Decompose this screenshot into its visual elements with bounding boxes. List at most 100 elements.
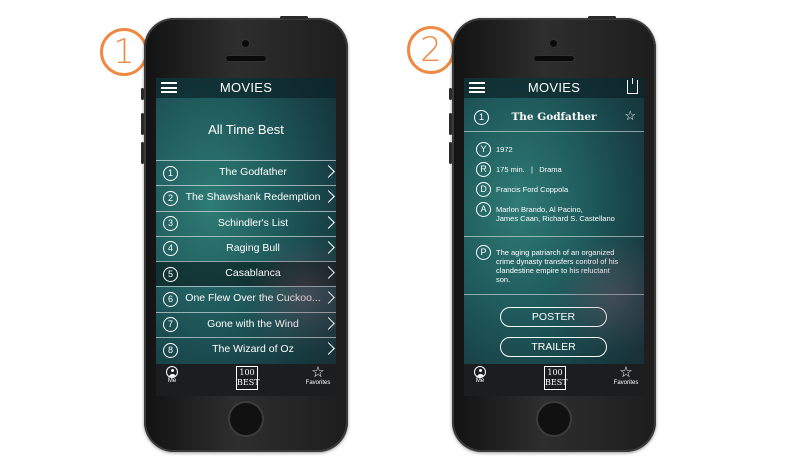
trailer-button[interactable]: TRAILER — [500, 337, 607, 357]
rank-badge: 6 — [163, 291, 178, 307]
chevron-right-icon — [322, 165, 335, 178]
power-button — [280, 16, 308, 19]
movie-title: One Flew Over the Cuckoo... — [185, 292, 321, 305]
list-item[interactable]: 3 Schindler's List — [156, 210, 336, 236]
app-logo[interactable]: 100 BEST — [544, 366, 568, 390]
rank-badge: 7 — [163, 317, 178, 333]
tab-me[interactable]: Me — [470, 366, 490, 384]
year-value: 1972 — [496, 145, 513, 154]
list-item[interactable]: 2 The Shawshank Redemption — [156, 185, 336, 210]
runtime-value: 175 min. | Drama — [496, 165, 562, 174]
list-item[interactable]: 4 Raging Bull — [156, 235, 336, 261]
tab-me-label: Me — [167, 378, 177, 384]
movie-title: Raging Bull — [226, 241, 280, 254]
step-badge-2: 2 — [407, 26, 455, 74]
divider — [464, 294, 644, 295]
actors-line-2: James Caan, Richard S. Castellano — [496, 214, 615, 223]
list-item[interactable]: 1 The Godfather — [156, 160, 336, 185]
chevron-right-icon — [322, 316, 335, 330]
share-icon[interactable] — [627, 78, 638, 94]
director-key: D — [476, 182, 491, 197]
chevron-right-icon — [322, 342, 335, 355]
plot-key: P — [476, 245, 491, 260]
logo-line-2: BEST — [237, 378, 260, 387]
screen-movie-list: MOVIES All Time Best 1 The Godfather 2 T… — [156, 78, 336, 396]
detail-header: 1 The Godfather ☆ — [464, 104, 644, 132]
actors-key: A — [476, 202, 491, 217]
tab-bar: Me 100 BEST ☆ Favorites — [464, 364, 644, 396]
rank-badge: 2 — [163, 190, 178, 206]
star-icon: ☆ — [619, 364, 633, 381]
actors-value: Marlon Brando, Al Pacino, James Caan, Ri… — [496, 205, 615, 223]
plot-line: clandestine empire to his reluctant — [496, 266, 610, 275]
favorite-star-icon[interactable]: ☆ — [624, 108, 636, 124]
earpiece-speaker — [534, 56, 574, 61]
front-camera — [242, 40, 249, 47]
tab-favorites-label: Favorites — [305, 380, 331, 386]
tab-me[interactable]: Me — [162, 366, 182, 384]
page-title: MOVIES — [219, 80, 273, 95]
list-heading: All Time Best — [208, 122, 284, 137]
person-icon — [166, 366, 178, 378]
list-item-selected[interactable]: 5 Casablanca — [156, 261, 336, 287]
list-item[interactable]: 6 One Flew Over the Cuckoo... — [156, 286, 336, 311]
tab-favorites-label: Favorites — [613, 380, 639, 386]
movie-title: The Shawshank Redemption — [185, 191, 321, 204]
year-key: Y — [476, 142, 491, 157]
volume-up-button — [449, 113, 452, 135]
front-camera — [550, 40, 557, 47]
screen-movie-detail: MOVIES 1 The Godfather ☆ Y 1972 R 175 mi… — [464, 78, 644, 396]
movie-title: The Wizard of Oz — [212, 343, 294, 356]
actors-line-1: Marlon Brando, Al Pacino, — [496, 205, 583, 214]
home-button[interactable] — [228, 401, 264, 437]
tab-favorites[interactable]: ☆ Favorites — [612, 364, 640, 386]
logo-line-1: 100 — [239, 368, 255, 377]
chevron-right-icon — [322, 291, 335, 305]
mute-switch — [449, 88, 452, 100]
top-bar: MOVIES — [156, 78, 336, 98]
chevron-right-icon — [322, 215, 335, 229]
movie-title: Gone with the Wind — [207, 317, 299, 330]
logo-line-2: BEST — [545, 378, 568, 387]
app-logo[interactable]: 100 BEST — [236, 366, 260, 390]
earpiece-speaker — [226, 56, 266, 61]
power-button — [588, 16, 616, 19]
rank-badge: 8 — [163, 342, 178, 358]
home-button[interactable] — [536, 401, 572, 437]
plot-value: The aging patriarch of an organized crim… — [496, 248, 618, 284]
rank-badge: 5 — [163, 266, 178, 282]
plot-line: The aging patriarch of an organized — [496, 248, 615, 257]
tab-bar: Me 100 BEST ☆ Favorites — [156, 364, 336, 396]
stage: 1 2 MOVIES All Time Best 1 The Godfather… — [0, 0, 800, 460]
list-item[interactable]: 8 The Wizard of Oz — [156, 337, 336, 362]
chevron-right-icon — [322, 190, 335, 204]
movie-title: Schindler's List — [217, 216, 289, 229]
divider — [464, 236, 644, 237]
page-title: MOVIES — [527, 80, 581, 95]
phone-detail: MOVIES 1 The Godfather ☆ Y 1972 R 175 mi… — [449, 16, 656, 452]
tab-favorites[interactable]: ☆ Favorites — [304, 364, 332, 386]
star-icon: ☆ — [311, 364, 325, 381]
rank-badge: 1 — [163, 165, 178, 181]
volume-down-button — [449, 142, 452, 164]
rank-badge: 3 — [163, 216, 178, 232]
chevron-right-icon — [322, 241, 335, 254]
volume-down-button — [141, 142, 144, 164]
plot-line: crime dynasty transfers control of his — [496, 257, 619, 266]
step-badge-1: 1 — [100, 28, 148, 76]
poster-button[interactable]: POSTER — [500, 307, 607, 327]
person-icon — [474, 366, 486, 378]
plot-line: son. — [496, 275, 511, 284]
director-value: Francis Ford Coppola — [496, 185, 569, 194]
logo-line-1: 100 — [547, 368, 563, 377]
movie-title: The Godfather — [219, 166, 287, 178]
volume-up-button — [141, 113, 144, 135]
top-bar: MOVIES — [464, 78, 644, 98]
list-item[interactable]: 7 Gone with the Wind — [156, 311, 336, 337]
movie-list: 1 The Godfather 2 The Shawshank Redempti… — [156, 160, 336, 362]
chevron-right-icon — [322, 266, 335, 280]
runtime-key: R — [476, 162, 491, 177]
phone-list: MOVIES All Time Best 1 The Godfather 2 T… — [141, 16, 348, 452]
mute-switch — [141, 88, 144, 100]
tab-me-label: Me — [475, 378, 485, 384]
